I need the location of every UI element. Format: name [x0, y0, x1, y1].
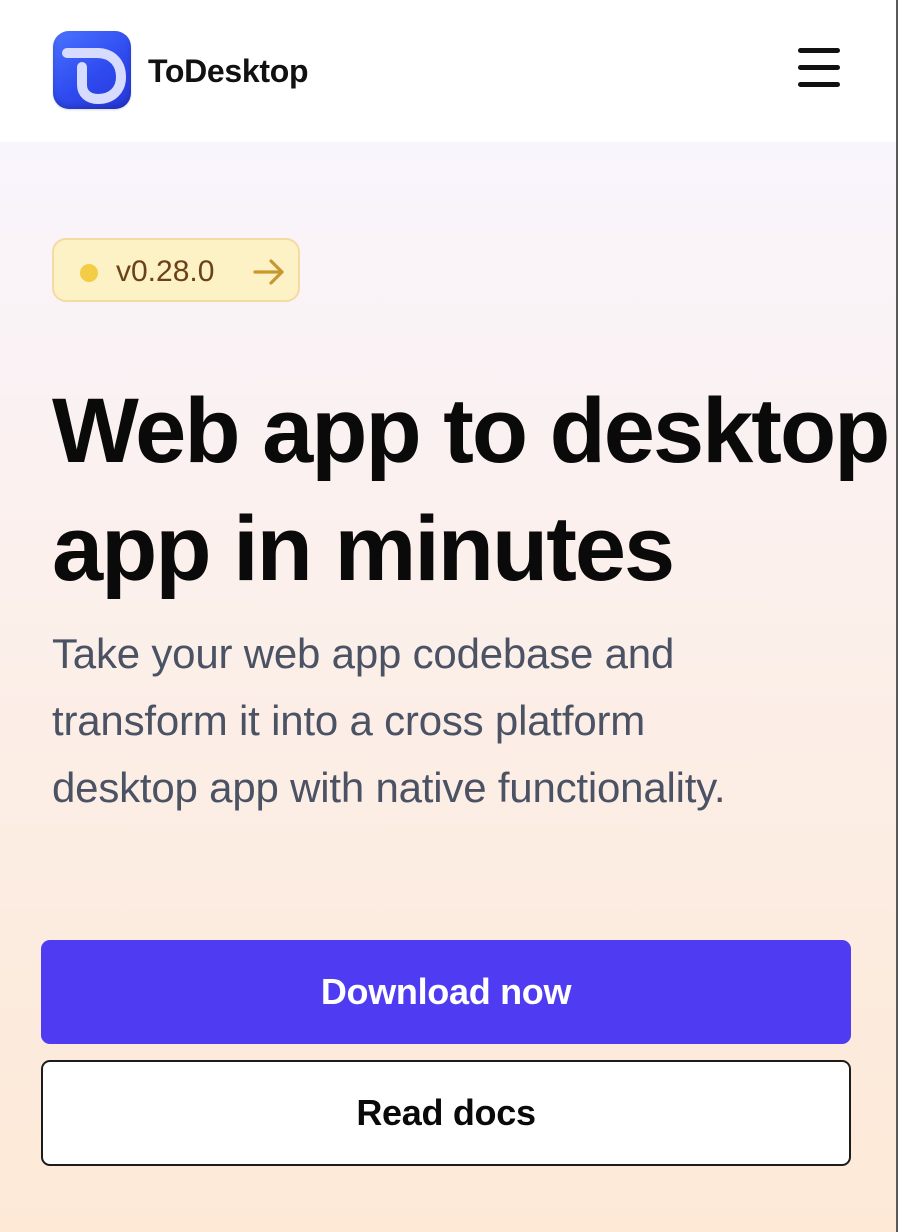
todesktop-logo-icon[interactable] — [53, 31, 131, 109]
version-badge[interactable]: v0.28.0 — [52, 238, 300, 302]
subheading-line-3: desktop app with native functionality. — [52, 764, 726, 811]
site-header: ToDesktop — [0, 0, 896, 142]
subheading-line-1: Take your web app codebase and — [52, 630, 675, 677]
hero-headline: Web app to desktop app in minutes — [52, 372, 892, 608]
version-label: v0.28.0 — [116, 255, 215, 288]
download-now-button[interactable]: Download now — [41, 940, 851, 1044]
hero-subheading: Take your web app codebase and transform… — [52, 620, 792, 821]
arrow-right-icon — [253, 259, 284, 285]
hamburger-menu-icon[interactable] — [792, 40, 848, 96]
headline-line-2: app in minutes — [52, 498, 675, 600]
status-dot-icon — [80, 264, 98, 282]
page: ToDesktop v0.28.0 Web app to desktop app… — [0, 0, 896, 1232]
brand-name[interactable]: ToDesktop — [148, 52, 309, 90]
read-docs-button[interactable]: Read docs — [41, 1060, 851, 1166]
headline-line-1: Web app to desktop — [52, 380, 890, 482]
subheading-line-2: transform it into a cross platform — [52, 697, 646, 744]
